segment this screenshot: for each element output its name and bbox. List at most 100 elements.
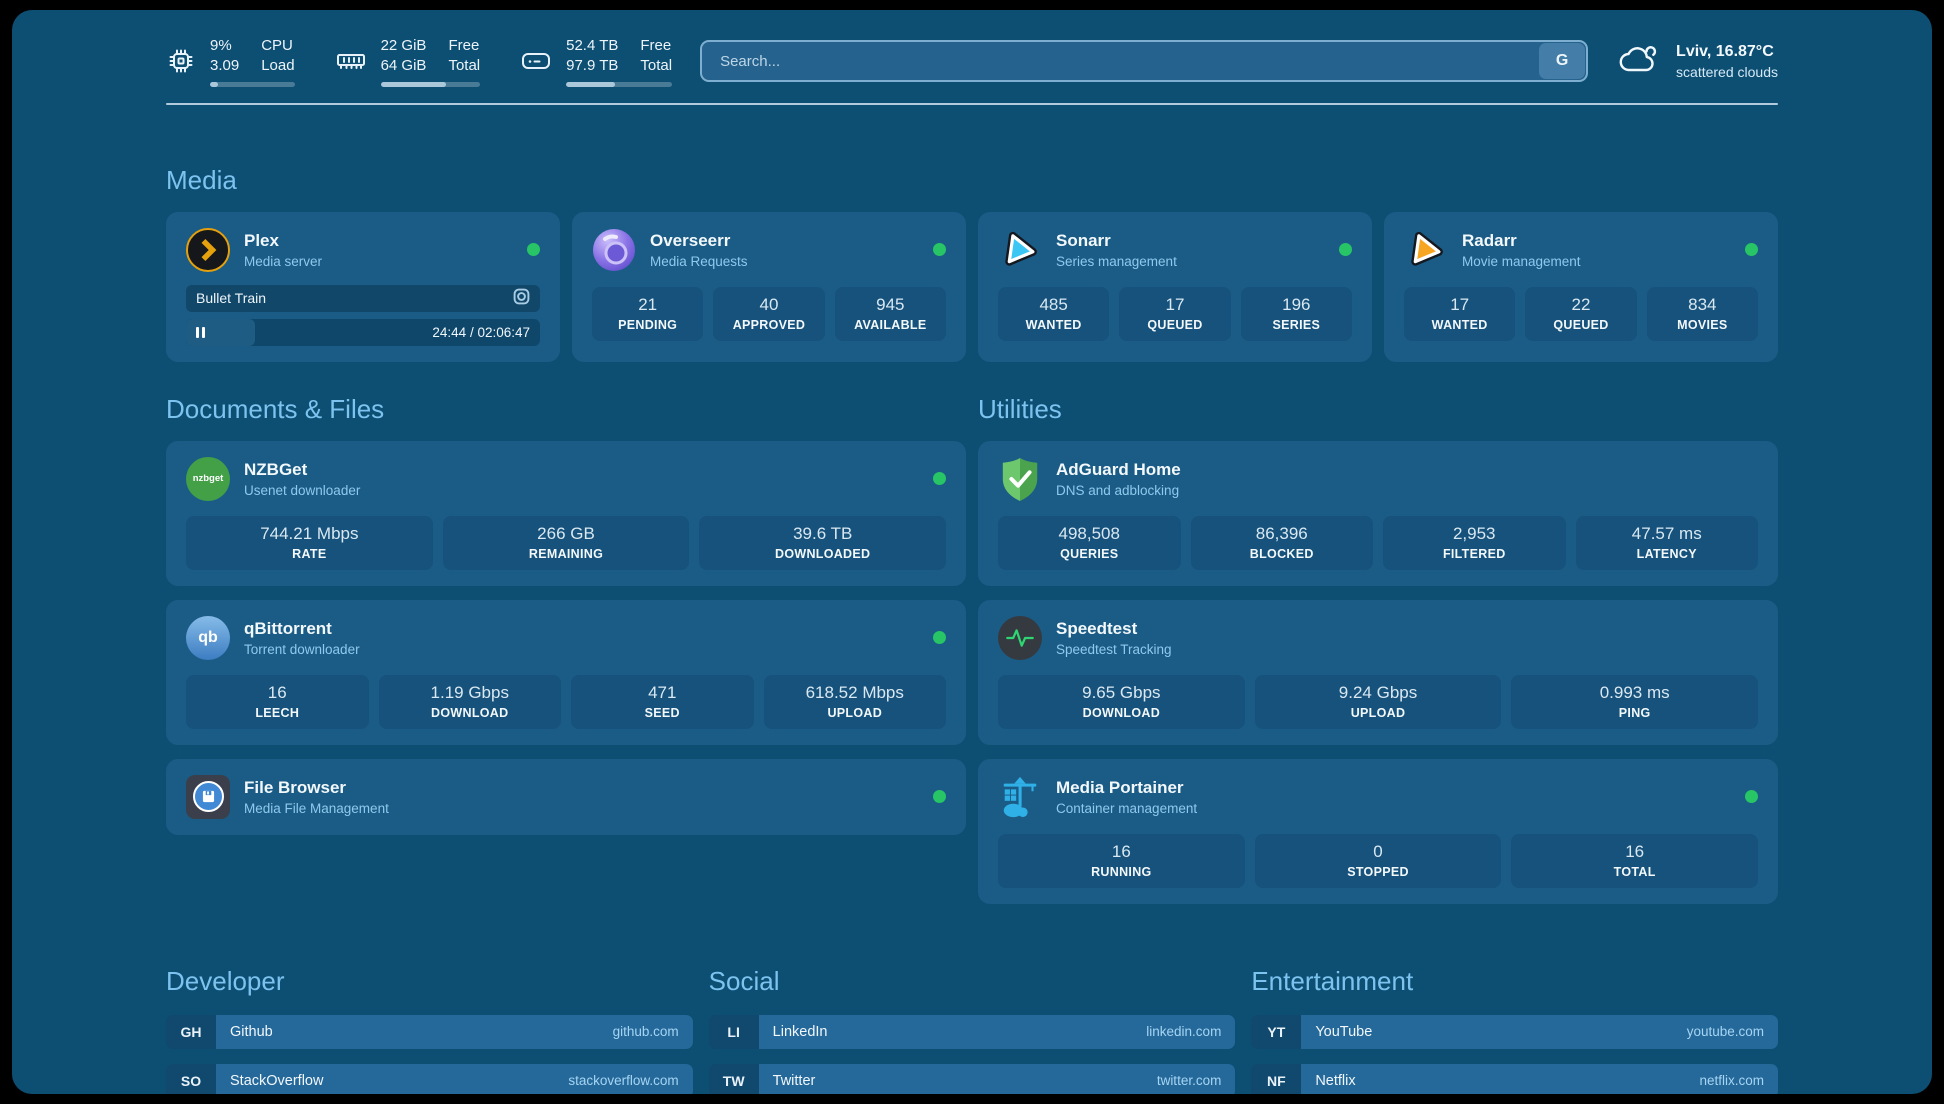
bookmark-name: YouTube — [1315, 1024, 1372, 1040]
search-input[interactable] — [700, 40, 1588, 82]
bookmark-abbr: TW — [709, 1064, 759, 1094]
stat-label: UPLOAD — [827, 706, 882, 720]
playback-time: 24:44 / 02:06:47 — [432, 325, 530, 340]
stat-value: 834 — [1688, 295, 1716, 315]
bookmark-netflix[interactable]: NF Netflix netflix.com — [1251, 1064, 1778, 1094]
service-title: AdGuard Home — [1056, 460, 1758, 480]
status-indicator — [1745, 243, 1758, 256]
search-provider-button[interactable]: G — [1539, 43, 1585, 79]
stat-label: WANTED — [1026, 318, 1082, 332]
stat-label: WANTED — [1432, 318, 1488, 332]
stat-label: FILTERED — [1443, 547, 1506, 561]
nzbget-icon: nzbget — [186, 457, 230, 501]
weather-location-temp: Lviv, 16.87°C — [1676, 42, 1778, 63]
now-playing-row: Bullet Train — [186, 285, 540, 312]
stat-label: TOTAL — [1614, 865, 1656, 879]
service-subtitle: Media Requests — [650, 254, 919, 269]
bookmark-youtube[interactable]: YT YouTube youtube.com — [1251, 1015, 1778, 1049]
service-card-qbittorrent[interactable]: qb qBittorrent Torrent downloader 16 LEE… — [166, 600, 966, 745]
stat-cell: 0 STOPPED — [1255, 834, 1502, 888]
service-title: Radarr — [1462, 231, 1731, 251]
camera-icon[interactable] — [513, 288, 530, 308]
memory-stat: 22 GiB 64 GiB Free Total — [335, 36, 481, 87]
status-indicator — [933, 631, 946, 644]
stat-label: RATE — [292, 547, 326, 561]
adguard-icon — [998, 457, 1042, 501]
stat-label: QUERIES — [1060, 547, 1118, 561]
stat-value: 0 — [1373, 842, 1382, 862]
plex-icon — [186, 228, 230, 272]
stat-label: STOPPED — [1347, 865, 1409, 879]
service-card-nzbget[interactable]: nzbget NZBGet Usenet downloader 744.21 M… — [166, 441, 966, 586]
bookmark-abbr: YT — [1251, 1015, 1301, 1049]
stat-cell: 22 QUEUED — [1525, 287, 1636, 341]
bookmark-twitter[interactable]: TW Twitter twitter.com — [709, 1064, 1236, 1094]
stat-value: 266 GB — [537, 524, 595, 544]
status-indicator — [933, 472, 946, 485]
stat-cell: 945 AVAILABLE — [835, 287, 946, 341]
portainer-icon — [998, 775, 1042, 819]
service-subtitle: Media server — [244, 254, 513, 269]
stat-value: 17 — [1450, 295, 1469, 315]
stat-label: UPLOAD — [1351, 706, 1406, 720]
service-subtitle: Media File Management — [244, 801, 919, 816]
pause-icon[interactable] — [196, 327, 205, 338]
service-title: Plex — [244, 231, 513, 251]
stat-cell: 16 RUNNING — [998, 834, 1245, 888]
service-card-radarr[interactable]: Radarr Movie management 17 WANTED 22 QUE… — [1384, 212, 1778, 362]
stat-cell: 0.993 ms PING — [1511, 675, 1758, 729]
stat-value: 196 — [1282, 295, 1310, 315]
disk-free-value: 52.4 TB — [566, 36, 618, 56]
bookmark-abbr: GH — [166, 1015, 216, 1049]
stat-label: PING — [1619, 706, 1651, 720]
memory-icon — [335, 46, 367, 76]
stat-value: 16 — [1625, 842, 1644, 862]
service-subtitle: Series management — [1056, 254, 1325, 269]
bookmark-name: Github — [230, 1024, 273, 1040]
radarr-icon — [1404, 228, 1448, 272]
memory-total-label: Total — [448, 56, 480, 76]
section-heading-media: Media — [166, 165, 1778, 196]
bookmark-url: stackoverflow.com — [568, 1073, 678, 1088]
service-card-adguard[interactable]: AdGuard Home DNS and adblocking 498,508 … — [978, 441, 1778, 586]
bookmark-url: netflix.com — [1699, 1073, 1764, 1088]
cpu-progress-bar — [210, 82, 295, 87]
stat-value: 945 — [876, 295, 904, 315]
search-bar: G — [700, 40, 1588, 82]
stat-value: 86,396 — [1256, 524, 1308, 544]
disk-progress-bar — [566, 82, 672, 87]
speedtest-icon — [998, 616, 1042, 660]
bookmark-stackoverflow[interactable]: SO StackOverflow stackoverflow.com — [166, 1064, 693, 1094]
service-card-overseerr[interactable]: Overseerr Media Requests 21 PENDING 40 A… — [572, 212, 966, 362]
stat-cell: 1.19 Gbps DOWNLOAD — [379, 675, 562, 729]
status-indicator — [933, 243, 946, 256]
stat-label: REMAINING — [529, 547, 603, 561]
stat-value: 1.19 Gbps — [431, 683, 509, 703]
bookmark-url: youtube.com — [1687, 1024, 1764, 1039]
stat-cell: 9.65 Gbps DOWNLOAD — [998, 675, 1245, 729]
player-progress-bar[interactable]: 24:44 / 02:06:47 — [186, 319, 540, 346]
service-card-filebrowser[interactable]: File Browser Media File Management — [166, 759, 966, 835]
status-indicator — [527, 243, 540, 256]
bookmark-abbr: SO — [166, 1064, 216, 1094]
stat-value: 485 — [1039, 295, 1067, 315]
bookmark-url: twitter.com — [1157, 1073, 1222, 1088]
stat-label: SERIES — [1272, 318, 1320, 332]
bookmark-abbr: NF — [1251, 1064, 1301, 1094]
stat-cell: 2,953 FILTERED — [1383, 516, 1566, 570]
stat-value: 9.65 Gbps — [1082, 683, 1160, 703]
bookmark-linkedin[interactable]: LI LinkedIn linkedin.com — [709, 1015, 1236, 1049]
service-card-sonarr[interactable]: Sonarr Series management 485 WANTED 17 Q… — [978, 212, 1372, 362]
cpu-stat: 9% 3.09 CPU Load — [166, 36, 295, 87]
memory-progress-bar — [381, 82, 481, 87]
dashboard: 9% 3.09 CPU Load — [12, 10, 1932, 1094]
bookmark-github[interactable]: GH Github github.com — [166, 1015, 693, 1049]
service-card-plex[interactable]: Plex Media server Bullet Train — [166, 212, 560, 362]
service-card-portainer[interactable]: Media Portainer Container management 16 … — [978, 759, 1778, 904]
disk-total-value: 97.9 TB — [566, 56, 618, 76]
stat-label: QUEUED — [1553, 318, 1608, 332]
stat-label: APPROVED — [733, 318, 806, 332]
stat-label: DOWNLOADED — [775, 547, 870, 561]
service-card-speedtest[interactable]: Speedtest Speedtest Tracking 9.65 Gbps D… — [978, 600, 1778, 745]
stat-value: 39.6 TB — [793, 524, 852, 544]
